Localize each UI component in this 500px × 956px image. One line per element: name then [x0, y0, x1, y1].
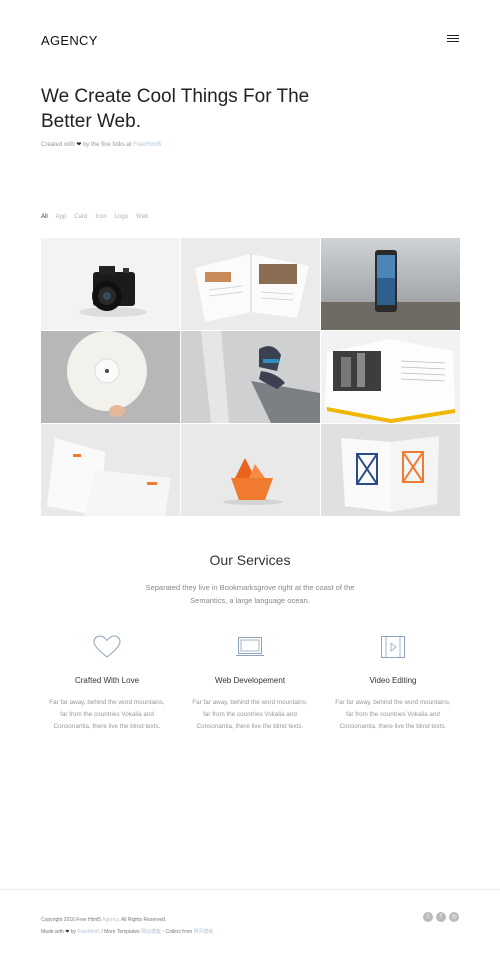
heart-icon: ❤ — [65, 929, 70, 935]
smartphone-image — [321, 250, 460, 330]
camera-image — [79, 266, 147, 317]
service-title: Web Developement — [214, 676, 286, 685]
portfolio-grid — [41, 238, 460, 516]
header: AGENCY — [41, 33, 459, 51]
copyright-line: Copyright 2016 Free Html5 Agency. All Ri… — [41, 917, 167, 923]
sneakers-image — [201, 331, 320, 423]
vinyl-image — [67, 331, 147, 417]
hamburger-icon[interactable] — [447, 35, 459, 44]
agency-link[interactable]: Agency — [102, 917, 118, 923]
filter-icon[interactable]: Icon — [95, 214, 106, 220]
portfolio-item-photo-book[interactable] — [321, 331, 460, 423]
portfolio-filters: All App Card Icon Logo Web — [41, 214, 148, 220]
services-description: Separated they live in Bookmarksgrove ri… — [120, 581, 380, 607]
service-title: Crafted With Love — [74, 676, 140, 685]
filter-app[interactable]: App — [56, 214, 67, 220]
hero-sub-prefix: Created with — [41, 142, 75, 148]
services-desc-line1: Separated they live in Bookmarksgrove ri… — [145, 583, 355, 592]
portfolio-item-stationery[interactable] — [41, 424, 180, 516]
hero-title-line2: Better Web. — [41, 111, 141, 132]
footer: Copyright 2016 Free Html5 Agency. All Ri… — [41, 914, 214, 938]
heart-outline-icon — [37, 634, 177, 660]
service-title: Video Editing — [369, 676, 417, 685]
site-logo[interactable]: AGENCY — [41, 33, 459, 48]
portfolio-item-open-book[interactable] — [181, 238, 320, 330]
more-templates-text: / More Templates — [101, 929, 140, 935]
facebook-icon[interactable]: f — [436, 912, 446, 922]
service-text-line: Far far away, behind the word mountains, — [49, 699, 165, 706]
service-text-line: Far far away, behind the word mountains, — [192, 699, 308, 706]
freehtml5-link[interactable]: FreeHtml5 — [133, 142, 161, 148]
portfolio-item-paper-boat[interactable] — [181, 424, 320, 516]
service-text-line: far from the countries Vokalia and — [346, 711, 440, 718]
service-text: Far far away, behind the word mountains,… — [323, 697, 463, 733]
webpage-templates-link[interactable]: 网页模板 — [194, 929, 214, 935]
service-video-editing: Video Editing Far far away, behind the w… — [323, 634, 463, 733]
video-film-icon — [323, 634, 463, 660]
service-text-line: Consonantia, there live the blind texts. — [53, 723, 161, 730]
credits-line: Made with ❤ by Freehtml5 / More Template… — [41, 926, 214, 938]
open-book-image — [195, 254, 309, 322]
by-text: by — [70, 929, 77, 935]
portfolio-item-sneakers[interactable] — [181, 331, 320, 423]
filter-logo[interactable]: Logo — [115, 214, 128, 220]
hero: We Create Cool Things For The Better Web… — [41, 84, 321, 148]
twitter-icon[interactable]: t — [423, 912, 433, 922]
service-text: Far far away, behind the word mountains,… — [37, 697, 177, 733]
services-title: Our Services — [209, 552, 291, 568]
portfolio-item-smartphone[interactable] — [321, 238, 460, 330]
laptop-outline-icon — [180, 634, 320, 660]
service-text-line: far from the countries Vokalia and — [60, 711, 154, 718]
service-text-line: Consonantia, there live the blind texts. — [339, 723, 447, 730]
copyright-text: Copyright 2016 Free Html5 — [41, 917, 102, 923]
heart-icon: ❤ — [76, 142, 82, 148]
service-text-line: Far far away, behind the word mountains, — [335, 699, 451, 706]
service-crafted-with-love: Crafted With Love Far far away, behind t… — [37, 634, 177, 733]
hero-title-line1: We Create Cool Things For The — [41, 86, 310, 107]
service-text-line: far from the countries Vokalia and — [203, 711, 297, 718]
hero-sub-mid: by the fine folks at — [83, 142, 132, 148]
hero-title: We Create Cool Things For The Better Web… — [41, 84, 321, 134]
website-templates-link[interactable]: 网站模板 — [141, 929, 161, 935]
made-with-text: Made with — [41, 929, 64, 935]
rights-text: All Rights Reserved. — [120, 917, 167, 923]
footer-divider — [0, 889, 500, 890]
filter-all[interactable]: All — [41, 214, 48, 220]
stationery-image — [47, 438, 171, 516]
service-web-development: Web Developement Far far away, behind th… — [180, 634, 320, 733]
hero-subtitle: Created with ❤ by the fine folks at Free… — [41, 141, 321, 148]
portfolio-item-logo-cards[interactable] — [321, 424, 460, 516]
social-links: t f ◎ — [423, 912, 459, 922]
services-desc-line2: Semantics, a large language ocean. — [190, 596, 310, 605]
filter-card[interactable]: Card — [74, 214, 87, 220]
freehtml5-footer-link[interactable]: Freehtml5 — [77, 929, 100, 935]
service-text-line: Consonantia, there live the blind texts. — [196, 723, 304, 730]
filter-web[interactable]: Web — [136, 214, 148, 220]
portfolio-item-vinyl-record[interactable] — [41, 331, 180, 423]
service-text: Far far away, behind the word mountains,… — [180, 697, 320, 733]
portfolio-item-camera[interactable] — [41, 238, 180, 330]
collect-from-text: - Collect from — [162, 929, 193, 935]
paper-boat-image — [223, 458, 283, 505]
logo-cards-image — [341, 436, 439, 512]
photo-book-image — [325, 339, 455, 423]
instagram-icon[interactable]: ◎ — [449, 912, 459, 922]
